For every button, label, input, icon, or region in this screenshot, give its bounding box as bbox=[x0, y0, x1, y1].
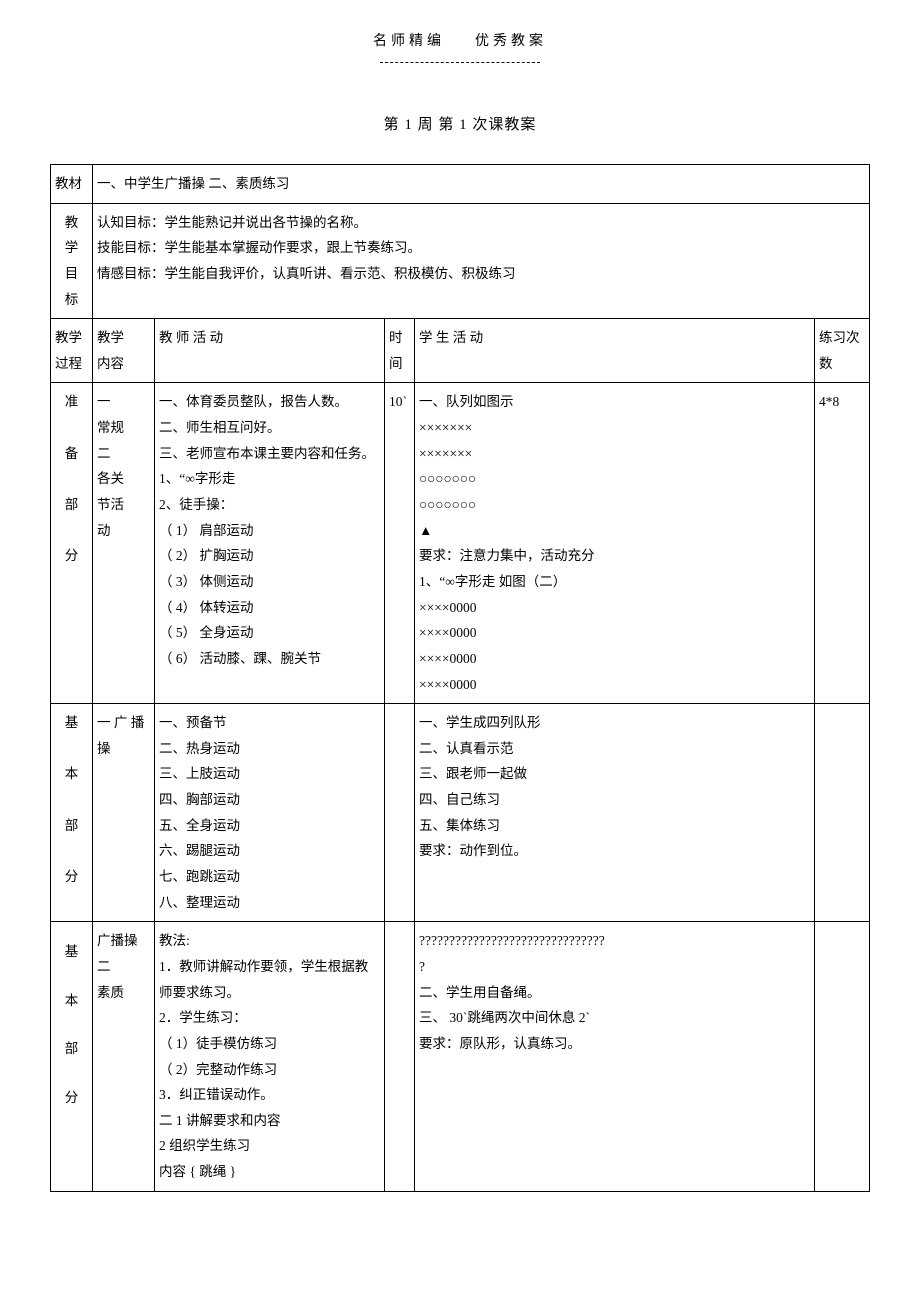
proc-line: 备 bbox=[65, 446, 79, 461]
row-goals: 教 学 目 标 认知目标：学生能熟记并说出各节操的名称。 技能目标：学生能基本掌… bbox=[51, 203, 870, 319]
prep-student: 一、队列如图示 ××××××× ××××××× ○○○○○○○ ○○○○○○○ … bbox=[415, 383, 815, 704]
basic2-content: 广播操 二 素质 bbox=[93, 922, 155, 1191]
proc-line: 基 bbox=[65, 944, 79, 959]
goal-line: 情感目标：学生能自我评价，认真听讲、看示范、积极模仿、积极练习 bbox=[97, 266, 516, 281]
proc-line: 本 bbox=[65, 993, 79, 1008]
row-material: 教材 一、中学生广播操 二、素质练习 bbox=[51, 165, 870, 204]
lesson-title: 第 1 周 第 1 次课教案 bbox=[50, 113, 870, 134]
basic1-teacher: 一、预备节 二、热身运动 三、上肢运动 四、胸部运动 五、全身运动 六、踢腿运动… bbox=[155, 704, 385, 922]
hdr-process: 教学 过程 bbox=[51, 319, 93, 383]
proc-line: 分 bbox=[65, 1090, 79, 1105]
row-preparation: 准 备 部 分 一 常规 二 各关 节活 动 一、体育委员整队，报告人数。 二、… bbox=[51, 383, 870, 704]
page-header: 名师精编 优秀教案 bbox=[50, 30, 870, 50]
hdr-time: 时 间 bbox=[385, 319, 415, 383]
basic2-time bbox=[385, 922, 415, 1191]
hdr-reps: 练习次 数 bbox=[814, 319, 869, 383]
prep-reps: 4*8 bbox=[814, 383, 869, 704]
goal-line: 技能目标：学生能基本掌握动作要求，跟上节奏练习。 bbox=[97, 240, 421, 255]
proc-line: 本 bbox=[65, 766, 79, 781]
hdr-student: 学 生 活 动 bbox=[415, 319, 815, 383]
basic1-time bbox=[385, 704, 415, 922]
row-column-headers: 教学 过程 教学 内容 教 师 活 动 时 间 学 生 活 动 练习次 数 bbox=[51, 319, 870, 383]
label-basic-two: 基 本 部 分 bbox=[51, 922, 93, 1191]
basic1-student: 一、学生成四列队形 二、认真看示范 三、跟老师一起做 四、自己练习 五、集体练习… bbox=[415, 704, 815, 922]
document-page: 名师精编 优秀教案 第 1 周 第 1 次课教案 教材 一、中学生广播操 二、素… bbox=[0, 0, 920, 1303]
goal-line: 认知目标：学生能熟记并说出各节操的名称。 bbox=[97, 215, 367, 230]
proc-line: 部 bbox=[65, 497, 79, 512]
proc-line: 部 bbox=[65, 818, 79, 833]
header-left: 名师精编 bbox=[373, 34, 445, 49]
label-preparation: 准 备 部 分 bbox=[51, 383, 93, 704]
lesson-plan-table: 教材 一、中学生广播操 二、素质练习 教 学 目 标 认知目标：学生能熟记并说出… bbox=[50, 164, 870, 1192]
label-goals: 教 学 目 标 bbox=[51, 203, 93, 319]
basic1-content: 一 广 播操 bbox=[93, 704, 155, 922]
basic2-teacher: 教法: 1．教师讲解动作要领，学生根据教师要求练习。 2．学生练习： （ 1）徒… bbox=[155, 922, 385, 1191]
header-underline bbox=[380, 54, 540, 63]
prep-content: 一 常规 二 各关 节活 动 bbox=[93, 383, 155, 704]
proc-line: 基 bbox=[65, 715, 79, 730]
goal-label-line: 学 bbox=[65, 240, 79, 255]
row-basic-two: 基 本 部 分 广播操 二 素质 教法: 1．教师讲解动作要领，学生根据教师要求… bbox=[51, 922, 870, 1191]
label-basic-one: 基 本 部 分 bbox=[51, 704, 93, 922]
basic1-reps bbox=[814, 704, 869, 922]
goal-label-line: 教 bbox=[65, 215, 79, 230]
header-right: 优秀教案 bbox=[475, 34, 547, 49]
proc-line: 部 bbox=[65, 1041, 79, 1056]
prep-teacher: 一、体育委员整队，报告人数。 二、师生相互问好。 三、老师宣布本课主要内容和任务… bbox=[155, 383, 385, 704]
goal-label-line: 标 bbox=[65, 292, 79, 307]
row-basic-one: 基 本 部 分 一 广 播操 一、预备节 二、热身运动 三、上肢运动 四、胸部运… bbox=[51, 704, 870, 922]
goals-text: 认知目标：学生能熟记并说出各节操的名称。 技能目标：学生能基本掌握动作要求，跟上… bbox=[93, 203, 870, 319]
prep-time: 10` bbox=[385, 383, 415, 704]
hdr-teacher: 教 师 活 动 bbox=[155, 319, 385, 383]
basic2-student: ??????????????????????????????? ? 二、学生用自… bbox=[415, 922, 815, 1191]
proc-line: 准 bbox=[65, 394, 79, 409]
proc-line: 分 bbox=[65, 548, 79, 563]
proc-line: 分 bbox=[65, 869, 79, 884]
label-material: 教材 bbox=[51, 165, 93, 204]
goal-label-line: 目 bbox=[65, 266, 79, 281]
material-text: 一、中学生广播操 二、素质练习 bbox=[93, 165, 870, 204]
basic2-reps bbox=[814, 922, 869, 1191]
hdr-content: 教学 内容 bbox=[93, 319, 155, 383]
